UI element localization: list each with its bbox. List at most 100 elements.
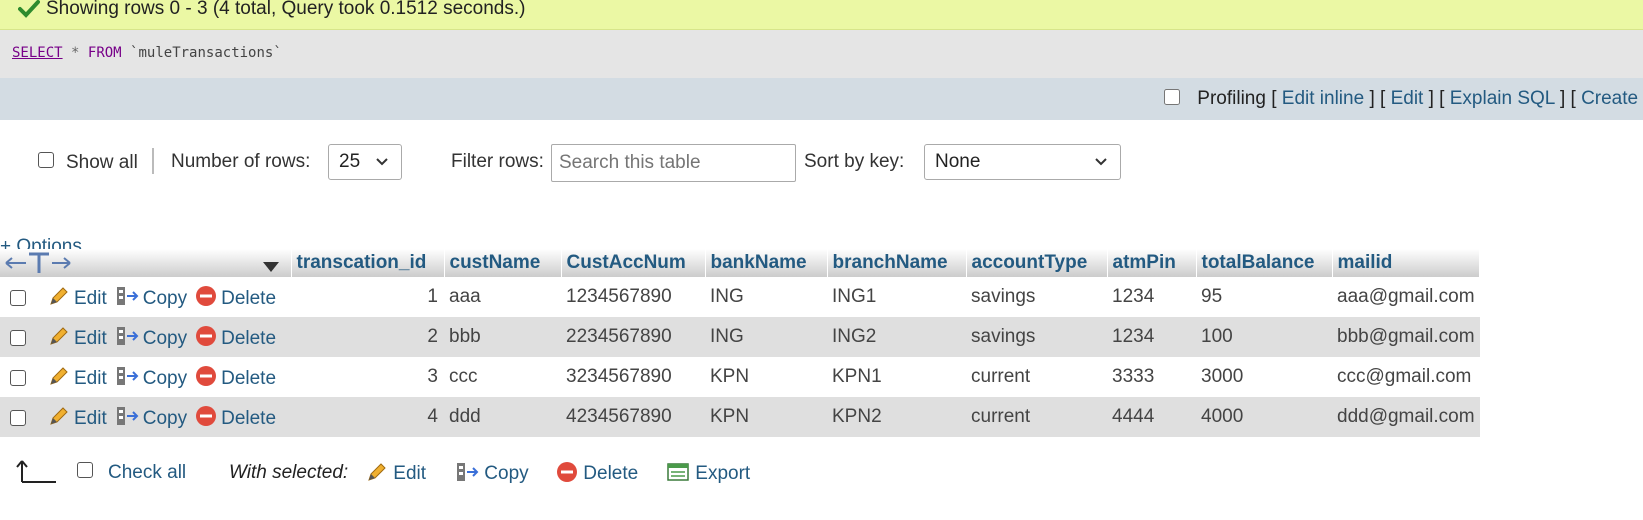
cell-custaccnum[interactable]: 3234567890 (561, 357, 705, 397)
row-checkbox[interactable] (10, 330, 26, 347)
cell-accounttype[interactable]: current (966, 357, 1107, 397)
sql-select-keyword[interactable]: SELECT (12, 45, 63, 61)
sort-dropdown-icon[interactable] (262, 257, 279, 279)
row-copy-button[interactable]: Copy (115, 405, 187, 430)
cell-totalbalance[interactable]: 4000 (1196, 397, 1332, 437)
table-row[interactable]: Edit Copy Delete 4 ddd 4234567890 KPN KPN2 curre… (0, 397, 1480, 437)
explain-sql-link[interactable]: Explain SQL (1450, 88, 1555, 109)
column-resize-header[interactable] (0, 249, 292, 280)
row-edit-button[interactable]: Edit (48, 325, 107, 350)
row-copy-label: Copy (142, 407, 188, 429)
column-header-atmpin[interactable]: atmPin (1107, 249, 1197, 277)
row-copy-button[interactable]: Copy (115, 285, 187, 310)
cell-custname[interactable]: aaa (444, 277, 561, 317)
check-all-link[interactable]: Check all (108, 462, 186, 484)
cell-transcation-id[interactable]: 1 (291, 277, 444, 317)
row-edit-button[interactable]: Edit (48, 405, 107, 430)
cell-accounttype[interactable]: savings (966, 317, 1107, 357)
cell-accounttype[interactable]: savings (966, 277, 1107, 317)
cell-bankname[interactable]: ING (705, 277, 827, 317)
bulk-copy-button[interactable]: Copy (455, 461, 529, 485)
row-delete-button[interactable]: Delete (195, 285, 276, 310)
success-message: Showing rows 0 - 3 (4 total, Query took … (46, 0, 526, 19)
column-resize-icon[interactable] (4, 252, 72, 280)
cell-transcation-id[interactable]: 3 (291, 357, 444, 397)
cell-atmpin[interactable]: 3333 (1107, 357, 1196, 397)
filter-rows-input[interactable] (551, 144, 796, 182)
bulk-delete-label: Delete (583, 463, 639, 484)
bulk-edit-button[interactable]: Edit (366, 461, 426, 485)
cell-custaccnum[interactable]: 1234567890 (561, 277, 705, 317)
cell-atmpin[interactable]: 1234 (1107, 277, 1196, 317)
row-checkbox[interactable] (10, 410, 26, 427)
row-copy-button[interactable]: Copy (115, 365, 187, 390)
column-header-transcation-id[interactable]: transcation_id (291, 249, 445, 277)
profiling-checkbox[interactable] (1164, 89, 1180, 106)
cell-bankname[interactable]: ING (705, 317, 827, 357)
row-edit-button[interactable]: Edit (48, 365, 107, 390)
pencil-icon (50, 366, 68, 385)
row-delete-label: Delete (221, 327, 277, 349)
table-row[interactable]: Edit Copy Delete 1 aaa 1234567890 ING ING1 savin… (0, 277, 1480, 317)
create-php-code-link[interactable]: Create (1581, 88, 1638, 109)
row-delete-button[interactable]: Delete (195, 325, 276, 350)
cell-custaccnum[interactable]: 2234567890 (561, 317, 705, 357)
cell-branchname[interactable]: KPN2 (827, 397, 966, 437)
row-edit-label: Edit (74, 287, 107, 309)
rows-per-page-value: 25 (339, 151, 361, 172)
cell-bankname[interactable]: KPN (705, 357, 827, 397)
cell-transcation-id[interactable]: 2 (291, 317, 444, 357)
bulk-export-button[interactable]: Export (666, 461, 750, 485)
cell-mailid[interactable]: bbb@gmail.com (1332, 317, 1480, 357)
cell-mailid[interactable]: aaa@gmail.com (1332, 277, 1480, 317)
column-header-totalbalance[interactable]: totalBalance (1196, 249, 1333, 277)
table-row[interactable]: Edit Copy Delete 2 bbb 2234567890 ING ING2 savin… (0, 317, 1480, 357)
edit-inline-link[interactable]: Edit inline (1282, 88, 1364, 109)
delete-icon (196, 285, 217, 306)
sql-table-name: `muleTransactions` (130, 45, 282, 61)
cell-mailid[interactable]: ccc@gmail.com (1332, 357, 1480, 397)
cell-branchname[interactable]: KPN1 (827, 357, 966, 397)
table-header-row: transcation_id custName CustAccNum bankN… (0, 249, 1481, 280)
column-header-branchname[interactable]: branchName (827, 249, 967, 277)
column-header-bankname[interactable]: bankName (705, 249, 828, 277)
cell-totalbalance[interactable]: 100 (1196, 317, 1332, 357)
cell-atmpin[interactable]: 4444 (1107, 397, 1196, 437)
cell-mailid[interactable]: ddd@gmail.com (1332, 397, 1480, 437)
cell-custname[interactable]: bbb (444, 317, 561, 357)
cell-custname[interactable]: ddd (444, 397, 561, 437)
check-all-checkbox[interactable] (77, 462, 93, 478)
cell-transcation-id[interactable]: 4 (291, 397, 444, 437)
cell-custaccnum[interactable]: 4234567890 (561, 397, 705, 437)
row-edit-label: Edit (74, 327, 107, 349)
table-row[interactable]: Edit Copy Delete 3 ccc 3234567890 KPN KPN1 curre… (0, 357, 1480, 397)
row-delete-button[interactable]: Delete (195, 365, 276, 390)
rows-per-page-select[interactable]: 25 (328, 144, 402, 180)
row-checkbox[interactable] (10, 290, 26, 307)
row-copy-button[interactable]: Copy (115, 325, 187, 350)
edit-query-link[interactable]: Edit (1391, 88, 1424, 109)
column-header-custaccnum[interactable]: CustAccNum (561, 249, 706, 277)
chevron-down-icon (375, 145, 389, 192)
cell-accounttype[interactable]: current (966, 397, 1107, 437)
cell-totalbalance[interactable]: 3000 (1196, 357, 1332, 397)
row-edit-button[interactable]: Edit (48, 285, 107, 310)
query-tools-bar: Profiling [ Edit inline ] [ Edit ] [ Exp… (0, 78, 1643, 120)
sql-star: * (71, 45, 80, 61)
column-header-accounttype[interactable]: accountType (966, 249, 1108, 277)
cell-totalbalance[interactable]: 95 (1196, 277, 1332, 317)
row-checkbox[interactable] (10, 370, 26, 387)
cell-bankname[interactable]: KPN (705, 397, 827, 437)
column-header-mailid[interactable]: mailid (1332, 249, 1481, 277)
success-banner: Showing rows 0 - 3 (4 total, Query took … (0, 0, 1643, 30)
show-all-checkbox[interactable] (38, 152, 54, 168)
sort-by-key-select[interactable]: None (924, 144, 1121, 180)
cell-atmpin[interactable]: 1234 (1107, 317, 1196, 357)
cell-branchname[interactable]: ING2 (827, 317, 966, 357)
column-header-custname[interactable]: custName (444, 249, 562, 277)
cell-custname[interactable]: ccc (444, 357, 561, 397)
row-delete-button[interactable]: Delete (195, 405, 276, 430)
bulk-delete-button[interactable]: Delete (556, 461, 638, 485)
cell-branchname[interactable]: ING1 (827, 277, 966, 317)
rows-label: Number of rows: (171, 151, 311, 172)
